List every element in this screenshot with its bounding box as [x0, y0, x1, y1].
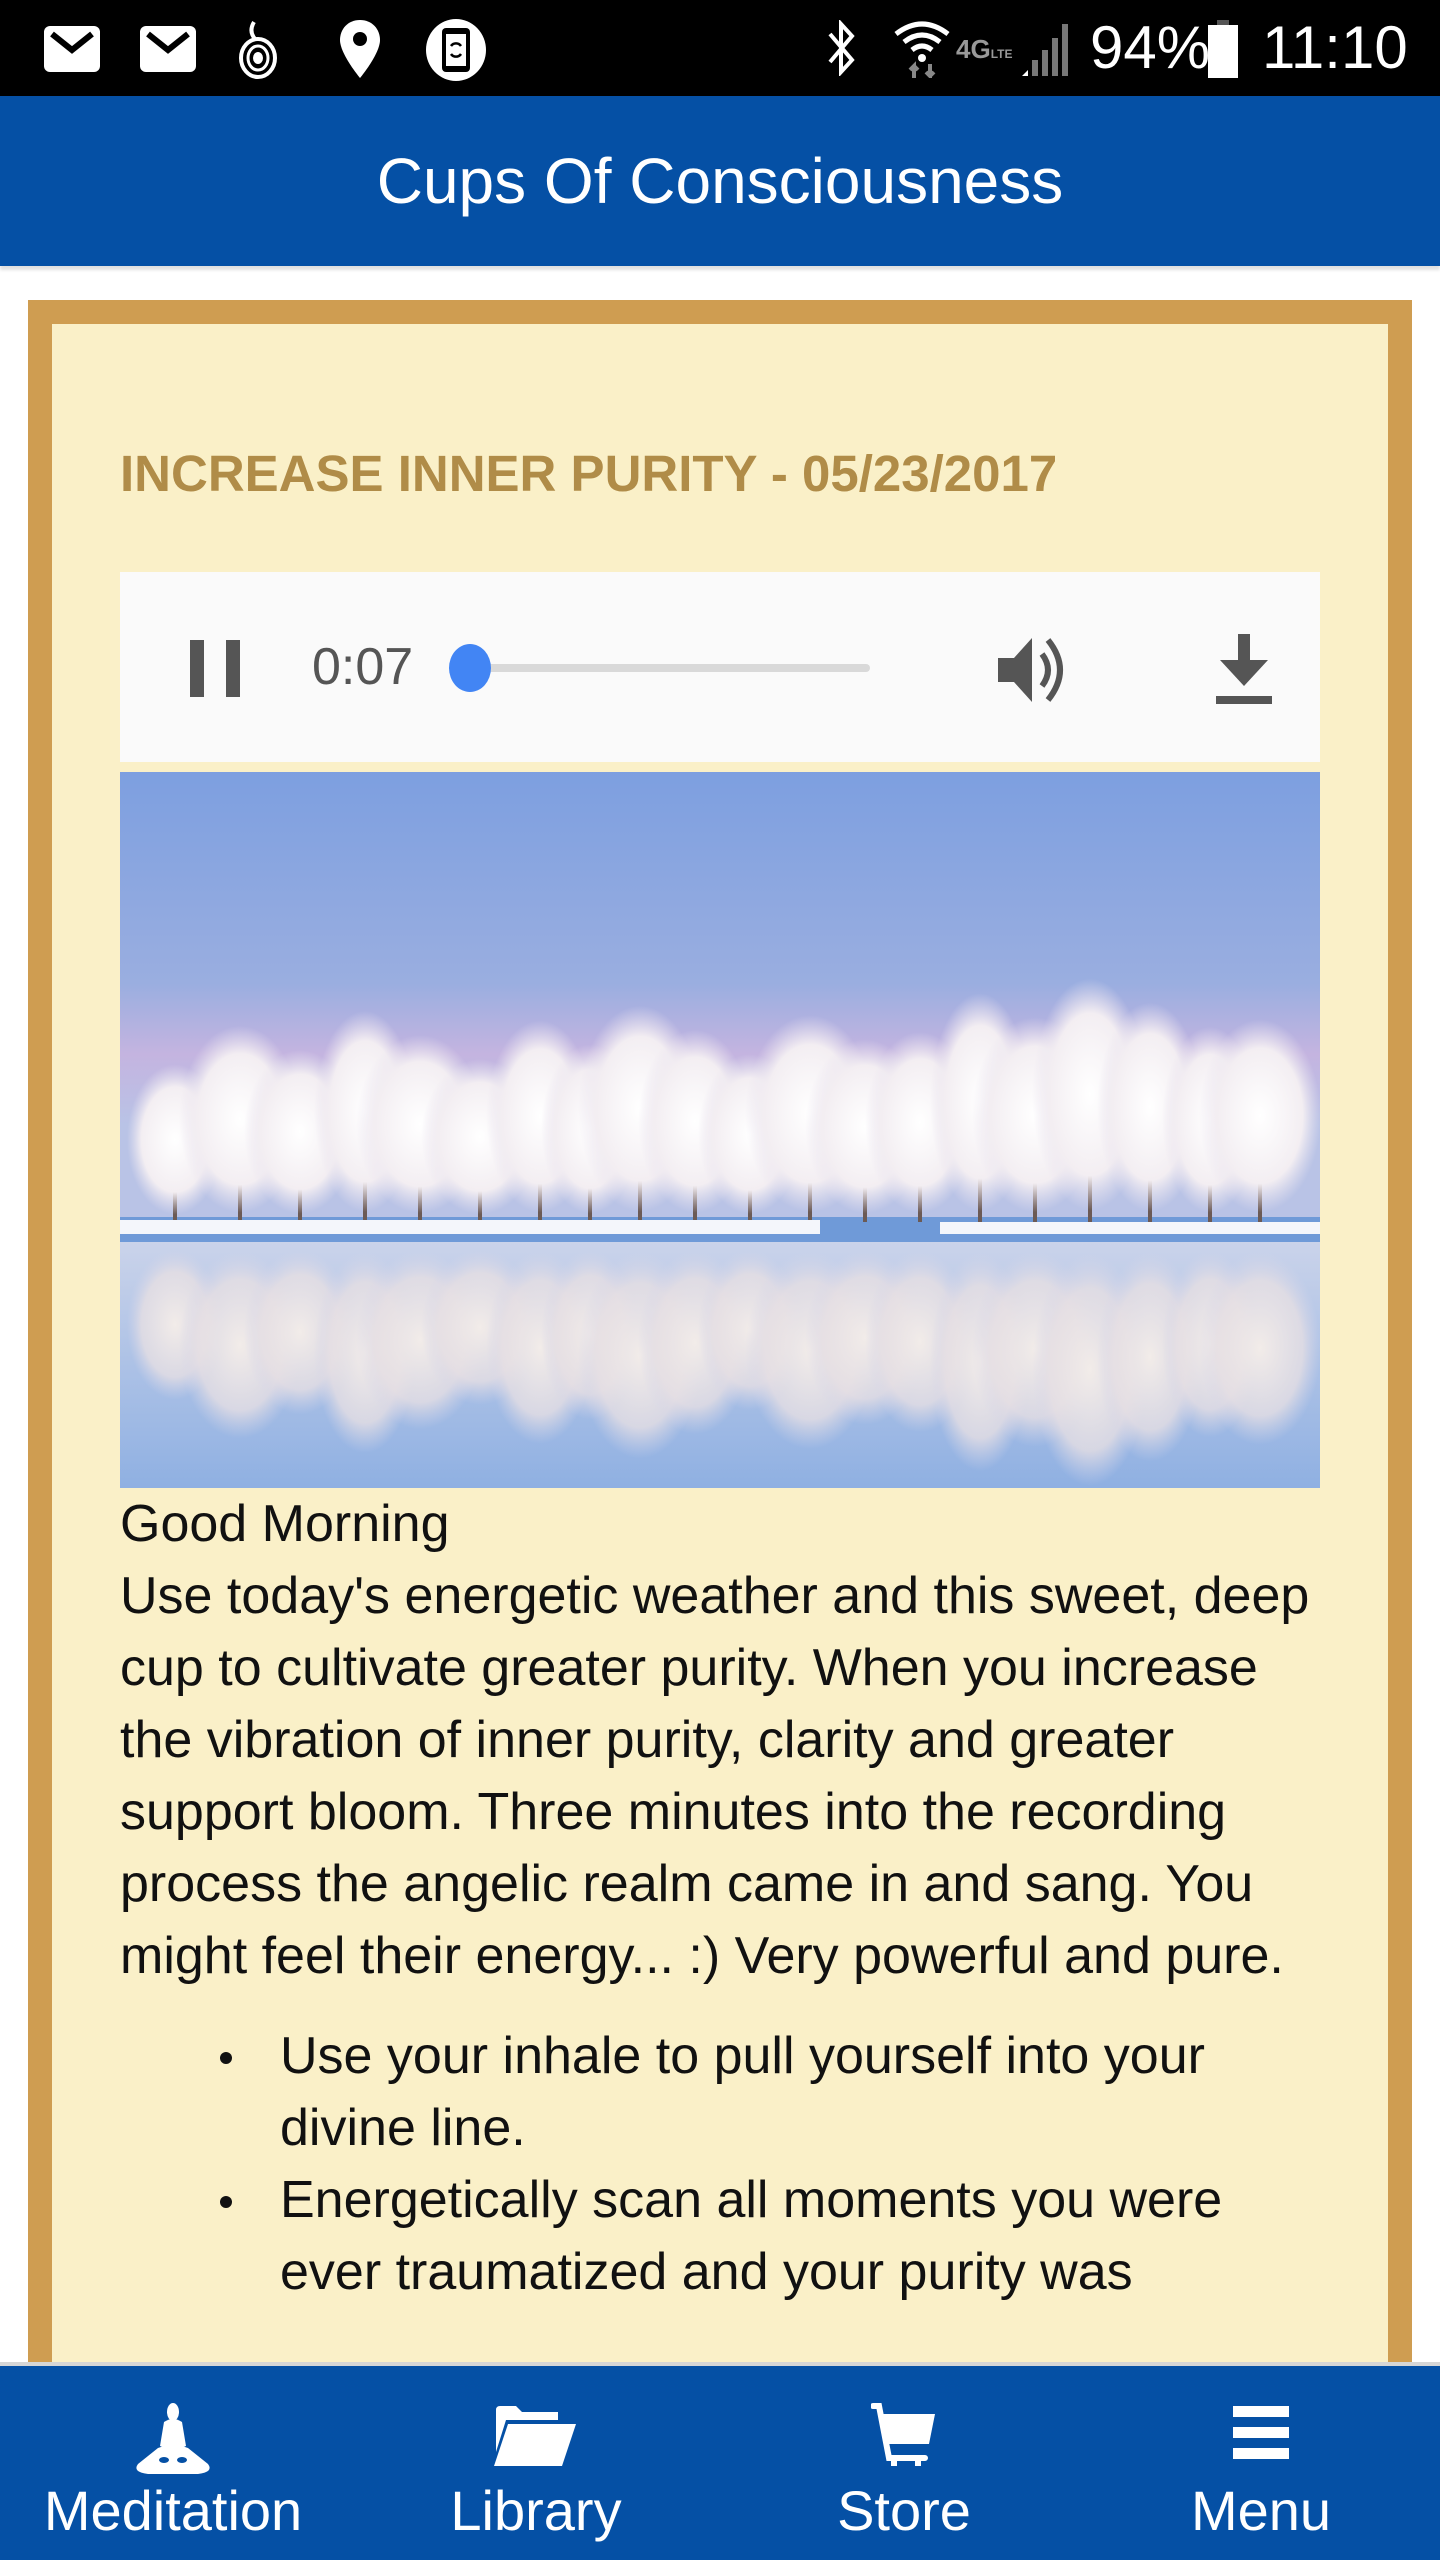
bottom-navigation: Meditation Library Store Menu: [0, 2362, 1440, 2560]
menu-icon: [1233, 2406, 1289, 2459]
meditation-icon: [136, 2403, 210, 2474]
pause-icon: [190, 640, 204, 697]
nav-label: Store: [837, 2479, 971, 2542]
winter-trees-image: [120, 772, 1320, 1488]
nav-label: Meditation: [43, 2479, 303, 2542]
list-item: Energetically scan all moments you were …: [220, 2164, 1320, 2308]
nav-label: Menu: [1190, 2479, 1332, 2542]
app-notification-icon: [239, 20, 277, 79]
download-icon: [1216, 634, 1272, 704]
network-type-label: 4GLTE: [956, 34, 1013, 64]
folder-icon: [494, 2406, 576, 2466]
instruction-list: Use your inhale to pull yourself into yo…: [120, 2020, 1320, 2308]
signal-icon: [1022, 24, 1068, 76]
episode-card-body: INCREASE INNER PURITY - 05/23/2017 0:07: [52, 324, 1388, 2400]
nav-store[interactable]: Store: [726, 2366, 1082, 2560]
episode-title: INCREASE INNER PURITY - 05/23/2017: [120, 445, 1058, 502]
episode-card: INCREASE INNER PURITY - 05/23/2017 0:07: [28, 300, 1412, 2400]
episode-image: [120, 772, 1320, 1488]
mail-icon: [140, 26, 196, 72]
pause-button[interactable]: [190, 640, 240, 697]
list-item: Use your inhale to pull yourself into yo…: [220, 2020, 1320, 2164]
volume-icon: [998, 638, 1063, 702]
app-title: Cups Of Consciousness: [376, 145, 1064, 217]
tree-crown: [1199, 1019, 1320, 1213]
battery-percent: 94%: [1090, 14, 1211, 81]
nav-menu[interactable]: Menu: [1082, 2366, 1440, 2560]
nav-meditation[interactable]: Meditation: [0, 2366, 346, 2560]
wifi-icon: [894, 21, 950, 78]
current-time: 0:07: [312, 638, 414, 696]
battery-icon: [1208, 20, 1238, 78]
episode-description: Good Morning Use today's energetic weath…: [120, 1488, 1320, 2308]
screen-rotation-icon: [426, 19, 486, 81]
nav-library[interactable]: Library: [346, 2366, 726, 2560]
seek-bar[interactable]: [449, 644, 870, 692]
cart-icon: [871, 2403, 935, 2466]
tree-reflection: [1199, 1251, 1320, 1445]
status-bar: 4GLTE 94% 11:10: [0, 0, 1440, 96]
nav-label: Library: [450, 2479, 622, 2542]
pause-icon-bar: [226, 640, 240, 697]
download-button[interactable]: [1212, 634, 1276, 706]
location-pin-icon: [340, 20, 380, 78]
volume-button[interactable]: [996, 634, 1076, 706]
bluetooth-icon: [828, 20, 855, 76]
description-paragraph: Use today's energetic weather and this s…: [120, 1567, 1310, 1985]
clock: 11:10: [1262, 14, 1408, 81]
seek-thumb[interactable]: [449, 644, 491, 692]
audio-player: 0:07: [120, 572, 1320, 762]
greeting: Good Morning: [120, 1495, 450, 1553]
mail-icon: [44, 26, 100, 72]
app-bar: Cups Of Consciousness: [0, 96, 1440, 266]
